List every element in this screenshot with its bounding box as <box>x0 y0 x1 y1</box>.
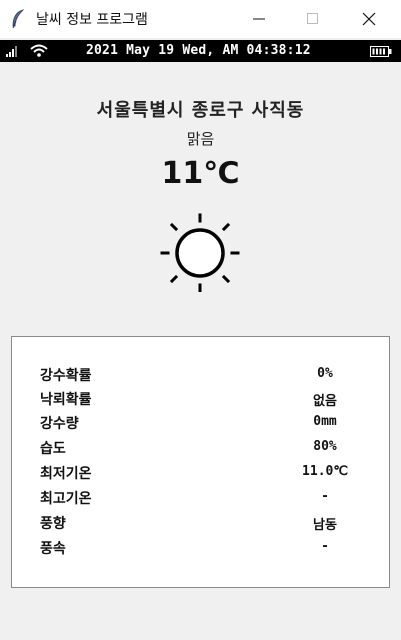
maximize-icon <box>307 13 318 24</box>
status-bar: 2021 May 19 Wed, AM 04:38:12 <box>0 40 401 62</box>
detail-label: 최고기온 <box>40 491 92 507</box>
current-temperature: 11℃ <box>161 156 240 191</box>
signal-icon <box>6 46 17 57</box>
location-label: 서울특별시 종로구 사직동 <box>96 100 305 121</box>
datetime-display: 2021 May 19 Wed, AM 04:38:12 <box>86 43 311 58</box>
title-bar: 날씨 정보 프로그램 <box>0 0 401 38</box>
maximize-button[interactable] <box>290 0 336 38</box>
detail-value: 0mm <box>313 414 337 429</box>
sun-icon <box>160 213 240 292</box>
window-title: 날씨 정보 프로그램 <box>36 12 148 28</box>
weather-condition: 맑음 <box>186 130 215 148</box>
detail-row-wind-direction: 풍향 남동 <box>40 511 370 535</box>
detail-value: 없음 <box>313 394 337 409</box>
detail-value: 11.0℃ <box>302 464 348 479</box>
detail-label: 최저기온 <box>40 466 92 482</box>
detail-label: 습도 <box>40 441 66 457</box>
minimize-icon <box>253 18 265 20</box>
detail-row-precipitation: 강수량 0mm <box>40 411 370 435</box>
detail-row-wind-speed: 풍속 - <box>40 536 370 560</box>
close-icon <box>362 12 376 26</box>
detail-label: 풍향 <box>40 516 66 532</box>
detail-value: - <box>321 489 329 504</box>
detail-label: 강수량 <box>40 416 79 432</box>
wifi-icon <box>30 44 48 57</box>
detail-row-max-temperature: 최고기온 - <box>40 486 370 510</box>
detail-row-humidity: 습도 80% <box>40 436 370 460</box>
detail-value: 남동 <box>313 518 337 533</box>
close-button[interactable] <box>346 0 392 38</box>
detail-value: 80% <box>313 439 337 454</box>
minimize-button[interactable] <box>236 0 282 38</box>
detail-value: - <box>321 539 329 554</box>
detail-value: 0% <box>317 366 333 381</box>
detail-row-min-temperature: 최저기온 11.0℃ <box>40 461 370 485</box>
battery-icon <box>370 46 392 57</box>
detail-label: 강수확률 <box>40 368 92 384</box>
weather-details-panel: 강수확률 0% 낙뢰확률 없음 강수량 0mm 습도 80% 최저기온 11.0… <box>11 336 390 588</box>
detail-row-lightning-probability: 낙뢰확률 없음 <box>40 387 370 411</box>
detail-label: 풍속 <box>40 541 66 557</box>
detail-row-precipitation-probability: 강수확률 0% <box>40 363 370 387</box>
feather-icon <box>12 9 25 29</box>
detail-label: 낙뢰확률 <box>40 392 92 408</box>
